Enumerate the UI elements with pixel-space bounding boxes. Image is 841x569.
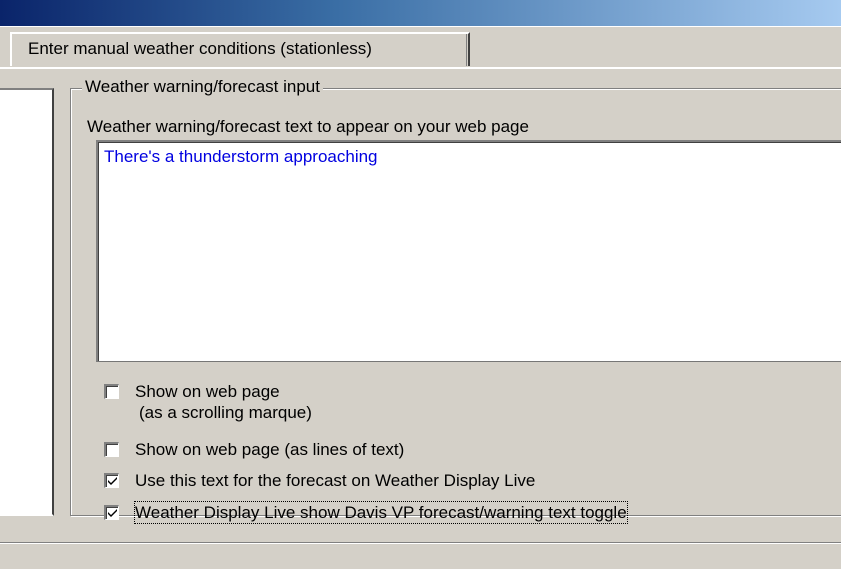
- group-title: Weather warning/forecast input: [82, 77, 323, 97]
- use-forecast-checkbox[interactable]: [104, 473, 119, 488]
- davis-toggle-label: Weather Display Live show Davis VP forec…: [134, 501, 628, 524]
- tab-manual-weather[interactable]: Enter manual weather conditions (station…: [10, 32, 470, 66]
- tab-panel-border: [0, 66, 841, 69]
- checkmark-icon: [108, 477, 117, 485]
- use-forecast-label: Use this text for the forecast on Weathe…: [135, 471, 536, 490]
- tab-label: Enter manual weather conditions (station…: [28, 39, 372, 58]
- left-list-pane[interactable]: [0, 88, 54, 516]
- bottom-divider: [0, 542, 841, 544]
- scrolling-marque-label: Show on web page: [135, 382, 280, 401]
- scrolling-marque-sublabel: (as a scrolling marque): [139, 403, 312, 422]
- davis-toggle-checkbox[interactable]: [104, 505, 119, 520]
- lines-of-text-label: Show on web page (as lines of text): [135, 440, 405, 459]
- forecast-text-label: Weather warning/forecast text to appear …: [87, 117, 529, 136]
- checkbox-row-lines-of-text[interactable]: Show on web page (as lines of text): [104, 439, 404, 460]
- checkbox-row-scrolling-marque[interactable]: Show on web page (as a scrolling marque): [104, 381, 312, 423]
- forecast-text-input[interactable]: There's a thunderstorm approaching: [96, 140, 841, 362]
- checkbox-row-use-forecast[interactable]: Use this text for the forecast on Weathe…: [104, 470, 535, 491]
- title-bar-edge: [0, 26, 841, 27]
- checkmark-icon: [108, 509, 117, 517]
- lines-of-text-checkbox[interactable]: [104, 442, 119, 457]
- tab-shadow: [466, 34, 467, 66]
- checkbox-row-davis-toggle[interactable]: Weather Display Live show Davis VP forec…: [104, 501, 628, 524]
- window-title-bar: [0, 0, 841, 26]
- scrolling-marque-checkbox[interactable]: [104, 384, 119, 399]
